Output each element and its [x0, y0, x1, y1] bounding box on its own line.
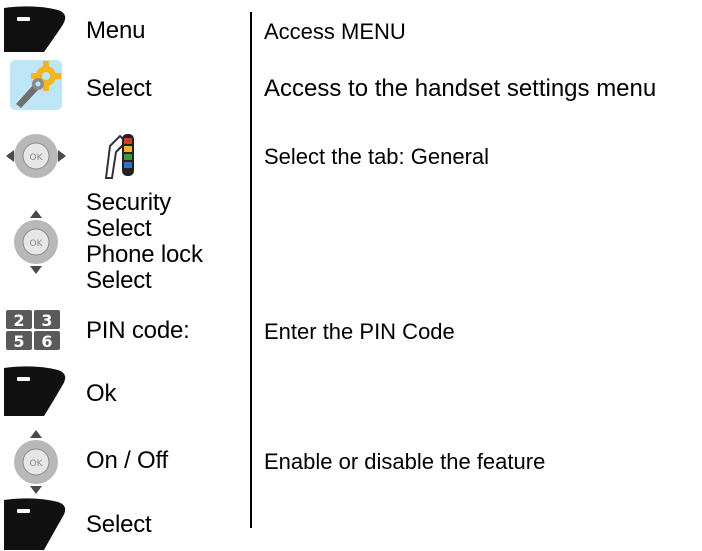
step-description: Enter the PIN Code — [264, 319, 455, 344]
step-action-label: Menu — [86, 17, 146, 44]
nav-up-down-icon: OK — [4, 204, 68, 280]
step-action-label: Security — [86, 189, 172, 216]
keypad-digit: 2 — [13, 311, 24, 330]
nav-left-right-icon: OK — [4, 126, 68, 186]
step-description: Access to the handset settings menu — [264, 75, 657, 102]
nav-up-down-icon: OK — [4, 424, 68, 500]
softkey-icon — [4, 4, 68, 52]
settings-icon — [4, 58, 68, 114]
softkey-icon — [4, 496, 68, 550]
keypad-digit: 3 — [41, 311, 52, 330]
step-description: Enable or disable the feature — [264, 449, 546, 474]
step-action-label: Select — [86, 267, 152, 294]
column-divider — [250, 12, 252, 528]
step-action-list: Security Select Phone lock Select — [86, 190, 203, 294]
keypad-digit: 5 — [13, 332, 24, 351]
softkey-icon — [4, 364, 68, 416]
general-tab-icon — [100, 128, 140, 185]
nav-ok-label: OK — [30, 153, 44, 163]
step-action-label: On / Off — [86, 447, 168, 474]
nav-ok-label: OK — [30, 459, 44, 469]
step-action-label: Select — [86, 215, 152, 242]
nav-ok-label: OK — [30, 239, 44, 249]
numeric-keypad-icon: 2 3 5 6 — [4, 308, 68, 352]
step-action-label: Ok — [86, 380, 117, 407]
keypad-digit: 6 — [41, 332, 52, 351]
step-action-label: Select — [86, 75, 152, 102]
step-description: Access MENU — [264, 19, 406, 44]
step-action-label: Phone lock — [86, 241, 203, 268]
step-action-label: Select — [86, 511, 152, 538]
instruction-page: Menu Access MENU Select Access to the ha… — [0, 0, 702, 551]
step-action-label: PIN code: — [86, 317, 190, 344]
step-description: Select the tab: General — [264, 144, 490, 169]
